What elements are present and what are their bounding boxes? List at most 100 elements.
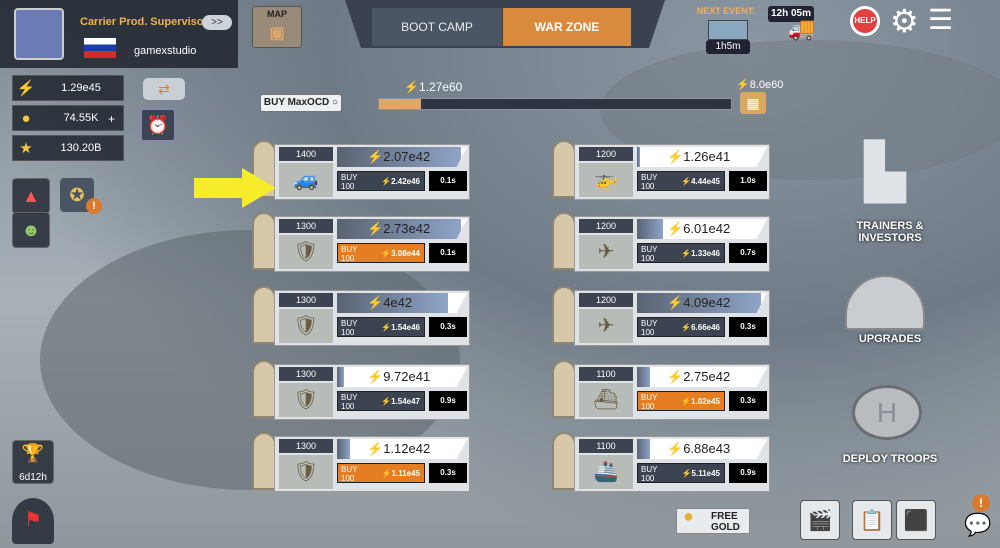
revenue-bar: ⚡2.73e42	[337, 219, 467, 239]
unit-image[interactable]: ⛴	[579, 383, 633, 417]
buy-cost: ⚡1.11e45	[381, 469, 420, 478]
hangar-icon[interactable]	[845, 275, 925, 330]
buy-button[interactable]: BUY 100 ⚡1.33e46	[637, 243, 725, 263]
buy-label: BUY 100	[341, 319, 358, 337]
upgrades-label[interactable]: UPGRADES	[840, 333, 940, 345]
truck-icon[interactable]: 🚚	[788, 16, 834, 41]
deploy-troops-label[interactable]: DEPLOY TROOPS	[830, 453, 950, 465]
unit-frame: 1300 🛡 ⚡9.72e41 BUY 100 ⚡1.54e47 0.9s	[274, 364, 470, 420]
unit-image[interactable]: ✈	[579, 235, 633, 269]
unit-count: 1200	[579, 147, 633, 161]
unit-image[interactable]: 🛡	[279, 235, 333, 269]
buy-max-button[interactable]: BUY MaxOCD ○	[260, 94, 342, 112]
buy-cost: ⚡3.08e44	[381, 249, 420, 258]
unit-image[interactable]: 🚙	[279, 163, 333, 197]
unit-card[interactable]: 1300 🛡 ⚡4e42 BUY 100 ⚡1.54e46 0.3s	[252, 286, 472, 348]
helipad-icon[interactable]: H	[852, 385, 922, 440]
unit-image[interactable]: 🛡	[279, 309, 333, 343]
buy-button[interactable]: BUY 100 ⚡4.44e45	[637, 171, 725, 191]
help-button[interactable]: HELP	[850, 6, 880, 36]
unit-count: 1300	[279, 367, 333, 381]
buy-button[interactable]: BUY 100 ⚡2.42e46	[337, 171, 425, 191]
unit-image[interactable]: ✈	[579, 309, 633, 343]
soldier-button[interactable]: ☻	[12, 212, 50, 248]
hangar-door	[252, 212, 276, 270]
free-gold-label: FREE GOLD	[711, 511, 740, 533]
buy-button[interactable]: BUY 100 ⚡3.08e44	[337, 243, 425, 263]
revenue-bar: ⚡1.26e41	[637, 147, 767, 167]
unit-count: 1300	[279, 439, 333, 453]
unit-card[interactable]: 1100 ⛴ ⚡2.75e42 BUY 100 ⚡1.02e45 0.3s	[552, 360, 772, 422]
energy-icon: ⚡	[667, 369, 684, 384]
event-image[interactable]	[708, 20, 748, 40]
unit-card[interactable]: 1300 🛡 ⚡2.73e42 BUY 100 ⚡3.08e44 0.1s	[252, 212, 472, 274]
buy-button[interactable]: BUY 100 ⚡1.54e46	[337, 317, 425, 337]
treasure-chest-button[interactable]: ⬛	[896, 500, 936, 540]
buy-button[interactable]: BUY 100 ⚡1.02e45	[637, 391, 725, 411]
unit-image[interactable]: 🚢	[579, 455, 633, 489]
unit-card[interactable]: 1200 ✈ ⚡6.01e42 BUY 100 ⚡1.33e46 0.7s	[552, 212, 772, 274]
alarm-clock-button[interactable]: ⏰	[140, 108, 176, 142]
buy-label: BUY 100	[341, 465, 358, 483]
buy-cost: ⚡5.11e45	[681, 469, 720, 478]
revenue-bar: ⚡1.12e42	[337, 439, 467, 459]
cycle-time: 0.9s	[429, 391, 467, 411]
tab-boot-camp[interactable]: BOOT CAMP	[372, 8, 502, 46]
buy-button[interactable]: BUY 100 ⚡6.66e46	[637, 317, 725, 337]
unit-image[interactable]: 🛡	[279, 455, 333, 489]
chat-bubble-icon[interactable]: 💬	[964, 512, 991, 538]
buy-cost: ⚡2.42e46	[381, 177, 420, 186]
unit-card[interactable]: 1300 🛡 ⚡9.72e41 BUY 100 ⚡1.54e47 0.9s	[252, 360, 472, 422]
progress-goal: ⚡8.0e60	[736, 79, 784, 91]
menu-icon[interactable]: ☰	[928, 6, 953, 34]
unit-image[interactable]: 🛡	[279, 383, 333, 417]
unit-count: 1100	[579, 367, 633, 381]
next-event-label: NEXT EVENT:	[696, 6, 756, 16]
revenue-value: 1.12e42	[383, 441, 431, 456]
video-clapper-button[interactable]: 🎬	[800, 500, 840, 540]
unit-card[interactable]: 1300 🛡 ⚡1.12e42 BUY 100 ⚡1.11e45 0.3s	[252, 432, 472, 494]
stats-button[interactable]: ▲	[12, 178, 50, 214]
trainers-building-icon[interactable]: ▙	[850, 140, 920, 220]
clipboard-button[interactable]: 📋	[852, 500, 892, 540]
buy-label: BUY 100	[641, 465, 658, 483]
exchange-button[interactable]: ⇄	[143, 78, 185, 100]
revenue-value: 2.75e42	[683, 369, 731, 384]
unit-card[interactable]: 1100 🚢 ⚡6.88e43 BUY 100 ⚡5.11e45 0.9s	[552, 432, 772, 494]
profile-panel[interactable]: Carrier Prod. Supervisor >> gamexstudio	[0, 0, 238, 68]
revenue-value: 6.88e43	[683, 441, 731, 456]
progress-current: ⚡1.27e60	[404, 80, 463, 94]
buy-cost: ⚡1.33e46	[681, 249, 720, 258]
player-avatar[interactable]	[14, 8, 64, 60]
revenue-bar: ⚡6.88e43	[637, 439, 767, 459]
buy-button[interactable]: BUY 100 ⚡5.11e45	[637, 463, 725, 483]
unit-card[interactable]: 1200 🚁 ⚡1.26e41 BUY 100 ⚡4.44e45 1.0s	[552, 140, 772, 202]
profile-toggle-button[interactable]: >>	[202, 15, 232, 30]
radar-button[interactable]: ⚑	[12, 498, 54, 544]
gift-box-icon[interactable]: ▦	[740, 92, 766, 114]
revenue-bar: ⚡6.01e42	[637, 219, 767, 239]
hangar-door	[252, 360, 276, 418]
chat-alert-icon: !	[972, 494, 990, 512]
cycle-time: 0.7s	[729, 243, 767, 263]
buy-label: BUY 100	[641, 393, 658, 411]
gear-icon[interactable]: ⚙	[890, 2, 919, 40]
tab-war-zone[interactable]: WAR ZONE	[503, 8, 631, 46]
revenue-bar: ⚡2.07e42	[337, 147, 467, 167]
free-gold-button[interactable]: ● FREE GOLD	[676, 507, 750, 534]
buy-button[interactable]: BUY 100 ⚡1.54e47	[337, 391, 425, 411]
add-cash-icon[interactable]: +	[108, 112, 115, 126]
unit-frame: 1200 ✈ ⚡4.09e42 BUY 100 ⚡6.66e46 0.3s	[574, 290, 770, 346]
trainers-investors-label[interactable]: TRAINERS & INVESTORS	[840, 220, 940, 244]
map-button[interactable]: MAP ▣	[252, 6, 302, 48]
cycle-time: 1.0s	[729, 171, 767, 191]
unit-image[interactable]: 🚁	[579, 163, 633, 197]
cycle-time: 0.3s	[429, 463, 467, 483]
buy-button[interactable]: BUY 100 ⚡1.11e45	[337, 463, 425, 483]
hangar-door	[552, 286, 576, 344]
energy-value: 1.29e45	[61, 82, 101, 94]
unit-card[interactable]: 1200 ✈ ⚡4.09e42 BUY 100 ⚡6.66e46 0.3s	[552, 286, 772, 348]
buy-cost: ⚡6.66e46	[681, 323, 720, 332]
revenue-value: 6.01e42	[683, 221, 731, 236]
unit-card[interactable]: 1400 🚙 ⚡2.07e42 BUY 100 ⚡2.42e46 0.1s	[252, 140, 472, 202]
